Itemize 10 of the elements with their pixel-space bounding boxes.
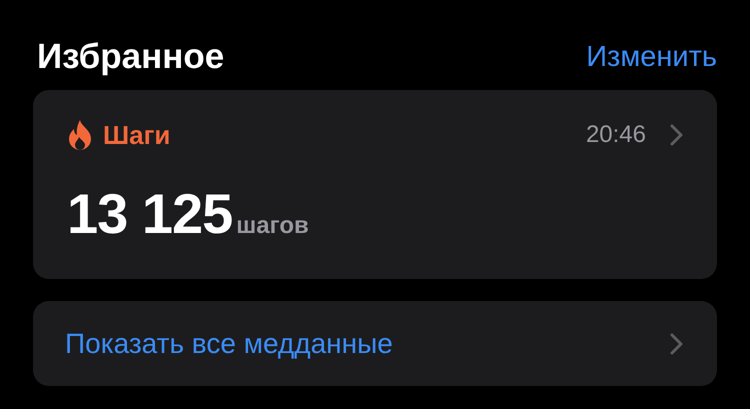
unit-label: шагов <box>236 211 309 241</box>
chevron-icon <box>670 124 683 146</box>
category-label: Шаги <box>103 118 170 152</box>
step-count: 13 125 <box>67 186 232 242</box>
chevron-icon <box>670 332 683 354</box>
steps-card[interactable]: Шаги 20:46 13 125 шагов <box>33 90 717 279</box>
section-title: Избранное <box>37 39 224 76</box>
show-all-button[interactable]: Показать все медданные <box>33 301 717 386</box>
time-label: 20:46 <box>586 120 646 150</box>
edit-link[interactable]: Изменить <box>586 43 717 76</box>
